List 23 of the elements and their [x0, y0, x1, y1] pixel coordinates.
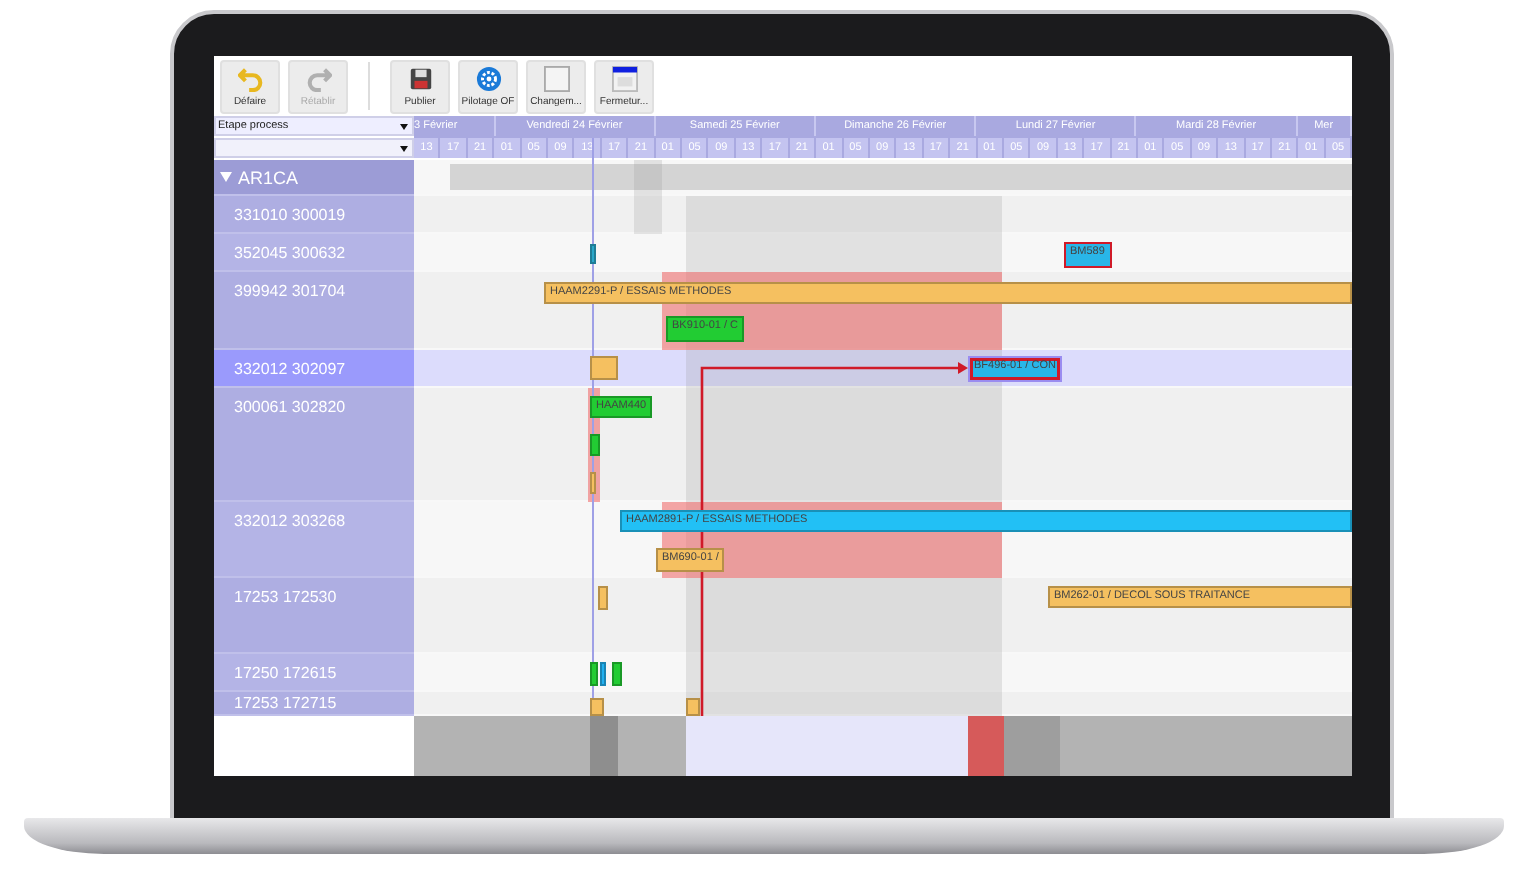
group-header[interactable]: AR1CA — [214, 160, 414, 196]
resource-label[interactable]: 332012 302097 — [214, 350, 414, 388]
gear-icon — [475, 65, 501, 91]
task-bar[interactable] — [590, 356, 618, 380]
redo-icon — [305, 65, 331, 91]
shaded-period — [634, 160, 662, 234]
task-bar[interactable] — [590, 244, 596, 264]
group-label: AR1CA — [238, 167, 299, 187]
task-bar[interactable] — [590, 472, 596, 494]
task-bar[interactable] — [590, 698, 604, 716]
task-bar[interactable] — [590, 662, 598, 686]
dropdown-arrow-icon — [400, 124, 408, 130]
task-bar[interactable] — [686, 698, 700, 716]
expand-arrow-icon[interactable] — [220, 172, 232, 182]
task-bar[interactable] — [590, 434, 600, 456]
blank-square-icon — [543, 65, 569, 91]
task-bar[interactable] — [612, 662, 622, 686]
task-bar[interactable] — [600, 662, 606, 686]
task-bar[interactable] — [598, 586, 608, 610]
dropdown-arrow-icon — [400, 146, 408, 152]
dropdown[interactable] — [214, 138, 414, 158]
calendar-icon — [611, 65, 637, 91]
undo-icon — [237, 65, 263, 91]
